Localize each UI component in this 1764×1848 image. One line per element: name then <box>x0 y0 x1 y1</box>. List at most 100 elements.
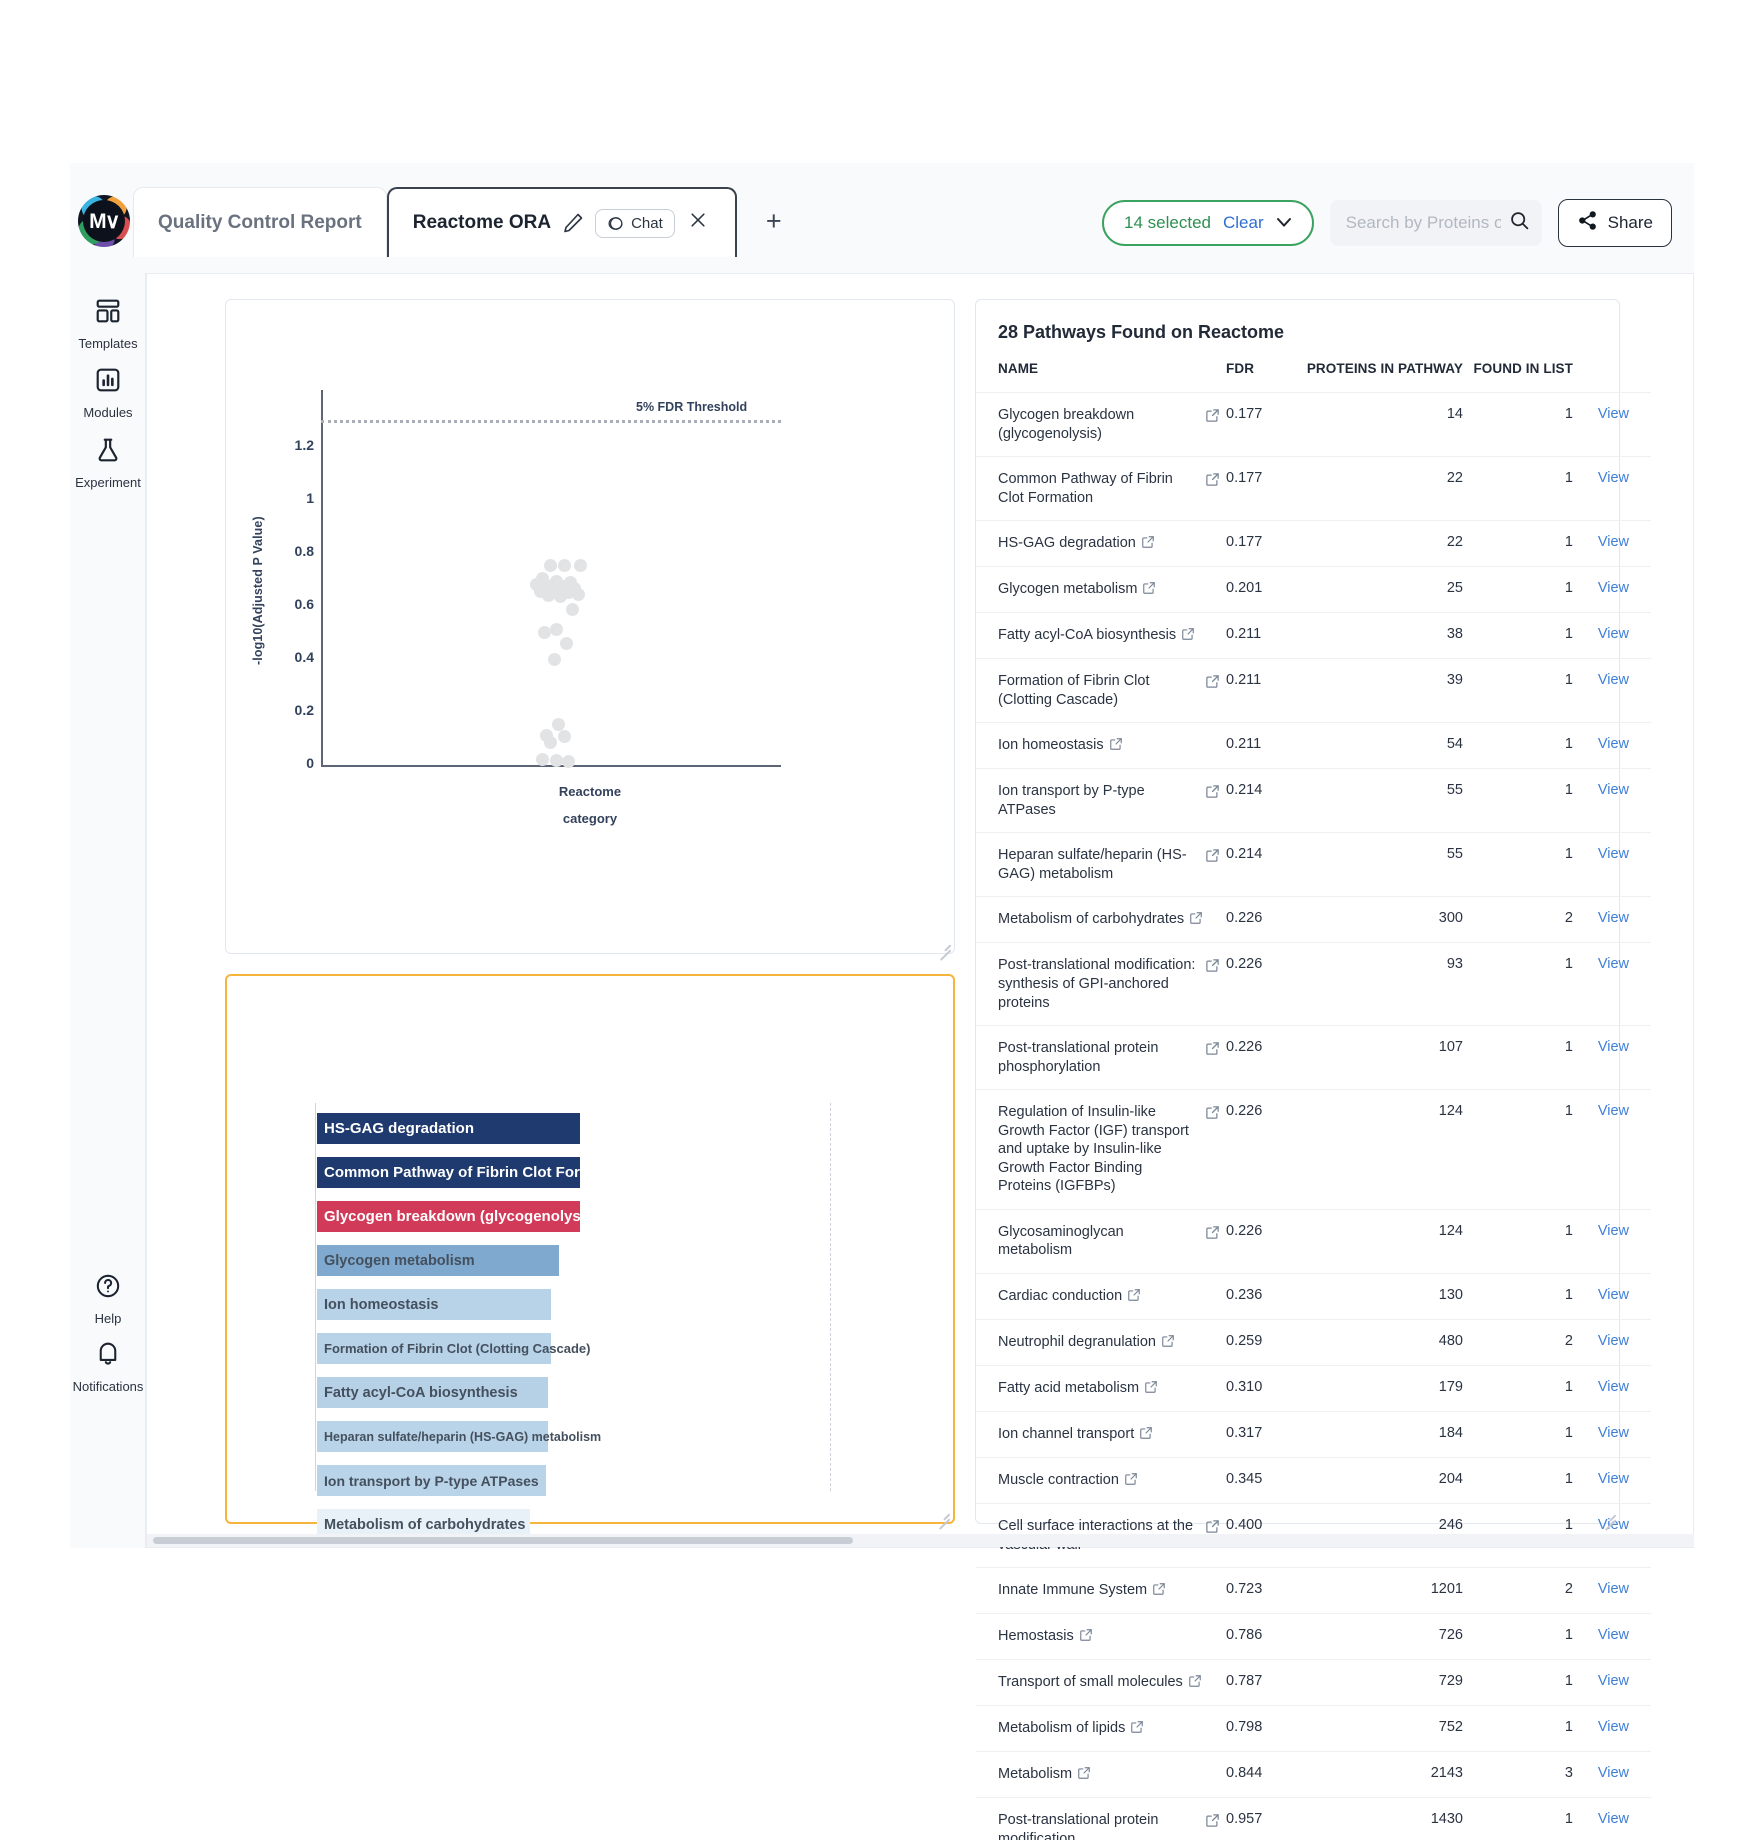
view-link[interactable]: View <box>1598 406 1629 422</box>
view-link[interactable]: View <box>1598 1333 1629 1349</box>
table-row[interactable]: Formation of Fibrin Clot (Clotting Casca… <box>976 658 1651 723</box>
table-row[interactable]: Post-translational modification: synthes… <box>976 942 1651 1026</box>
view-link[interactable]: View <box>1598 1379 1629 1395</box>
table-row[interactable]: Metabolism 0.844 2143 3 View <box>976 1751 1651 1798</box>
tab-reactome-ora[interactable]: Reactome ORA Chat <box>386 187 737 257</box>
external-link-icon[interactable] <box>1109 737 1123 755</box>
scatter-point[interactable] <box>550 622 563 636</box>
table-row[interactable]: Ion homeostasis 0.211 54 1 View <box>976 722 1651 769</box>
external-link-icon[interactable] <box>1205 674 1220 693</box>
view-link[interactable]: View <box>1598 910 1629 926</box>
external-link-icon[interactable] <box>1205 784 1220 803</box>
table-row[interactable]: Hemostasis 0.786 726 1 View <box>976 1613 1651 1660</box>
external-link-icon[interactable] <box>1205 848 1220 867</box>
view-link[interactable]: View <box>1598 580 1629 596</box>
view-link[interactable]: View <box>1598 782 1629 798</box>
bar-item[interactable]: Glycogen metabolism <box>317 1245 559 1276</box>
share-button[interactable]: Share <box>1557 199 1672 247</box>
scatter-point[interactable] <box>548 652 561 666</box>
panel-resize-handle[interactable] <box>934 1503 950 1519</box>
external-link-icon[interactable] <box>1152 1582 1166 1600</box>
table-row[interactable]: Glycogen metabolism 0.201 25 1 View <box>976 566 1651 613</box>
view-link[interactable]: View <box>1598 1425 1629 1441</box>
search-input[interactable]: Search by Proteins or G <box>1329 200 1542 246</box>
column-header-name[interactable]: NAME <box>976 361 1226 393</box>
external-link-icon[interactable] <box>1189 911 1203 929</box>
scatter-point[interactable] <box>566 602 579 616</box>
bar-item[interactable]: Ion transport by P-type ATPases <box>317 1465 546 1496</box>
table-row[interactable]: Post-translational protein modification 0… <box>976 1797 1651 1840</box>
view-link[interactable]: View <box>1598 1287 1629 1303</box>
external-link-icon[interactable] <box>1205 1813 1220 1832</box>
external-link-icon[interactable] <box>1205 1105 1220 1124</box>
column-header-proteins-in-pathway[interactable]: PROTEINS IN PATHWAY <box>1292 361 1467 393</box>
view-link[interactable]: View <box>1598 1103 1629 1119</box>
bar-item[interactable]: Common Pathway of Fibrin Clot Formation <box>317 1157 629 1188</box>
table-row[interactable]: Transport of small molecules 0.787 729 1 Vie… <box>976 1659 1651 1706</box>
external-link-icon[interactable] <box>1188 1674 1202 1692</box>
selection-chip[interactable]: 14 selected Clear <box>1102 200 1314 246</box>
external-link-icon[interactable] <box>1142 581 1156 599</box>
table-row[interactable]: Ion transport by P-type ATPases 0.214 55 1 V… <box>976 768 1651 833</box>
table-row[interactable]: HS-GAG degradation 0.177 22 1 View <box>976 520 1651 567</box>
external-link-icon[interactable] <box>1205 1225 1220 1244</box>
sidebar-item-experiment[interactable]: Experiment <box>70 437 146 490</box>
table-row[interactable]: Fatty acid metabolism 0.310 179 1 View <box>976 1365 1651 1412</box>
bar-item[interactable]: Glycogen breakdown (glycogenolysis) <box>317 1201 598 1232</box>
view-link[interactable]: View <box>1598 736 1629 752</box>
scrollbar-thumb[interactable] <box>153 1537 853 1544</box>
external-link-icon[interactable] <box>1205 1041 1220 1060</box>
tab-quality-control-report[interactable]: Quality Control Report <box>133 187 387 257</box>
table-row[interactable]: Metabolism of carbohydrates 0.226 300 2 View <box>976 896 1651 943</box>
external-link-icon[interactable] <box>1127 1288 1141 1306</box>
bar-item[interactable]: Heparan sulfate/heparin (HS-GAG) metabol… <box>317 1421 601 1452</box>
scatter-point[interactable] <box>538 625 551 639</box>
chevron-down-icon[interactable] <box>1276 216 1292 231</box>
view-link[interactable]: View <box>1598 534 1629 550</box>
table-row[interactable]: Post-translational protein phosphorylati… <box>976 1025 1651 1090</box>
close-tab-icon[interactable] <box>685 210 711 236</box>
scatter-point[interactable] <box>558 559 571 573</box>
table-row[interactable]: Fatty acyl-CoA biosynthesis 0.211 38 1 View <box>976 612 1651 659</box>
scatter-point[interactable] <box>544 735 557 749</box>
external-link-icon[interactable] <box>1205 408 1220 427</box>
table-row[interactable]: Muscle contraction 0.345 204 1 View <box>976 1457 1651 1504</box>
bar-item[interactable]: Fatty acyl-CoA biosynthesis <box>317 1377 549 1408</box>
table-row[interactable]: Glycosaminoglycan metabolism 0.226 124 1 Vie… <box>976 1208 1651 1274</box>
chat-button[interactable]: Chat <box>595 208 675 238</box>
external-link-icon[interactable] <box>1130 1720 1144 1738</box>
scatter-point[interactable] <box>560 637 573 651</box>
external-link-icon[interactable] <box>1181 627 1195 645</box>
add-tab-button[interactable]: + <box>759 207 789 237</box>
table-row[interactable]: Metabolism of lipids 0.798 752 1 View <box>976 1705 1651 1752</box>
view-link[interactable]: View <box>1598 1471 1629 1487</box>
view-link[interactable]: View <box>1598 1039 1629 1055</box>
table-row[interactable]: Regulation of Insulin-like Growth Factor… <box>976 1089 1651 1210</box>
column-header-found-in-list[interactable]: FOUND IN LIST <box>1467 361 1579 393</box>
scatter-point[interactable] <box>558 729 571 743</box>
scatter-point[interactable] <box>544 559 557 573</box>
external-link-icon[interactable] <box>1144 1380 1158 1398</box>
panel-resize-handle[interactable] <box>1600 1504 1616 1520</box>
bar-item[interactable]: Ion homeostasis <box>317 1289 552 1320</box>
sidebar-item-templates[interactable]: Templates <box>70 298 146 351</box>
bar-item[interactable]: Formation of Fibrin Clot (Clotting Casca… <box>317 1333 591 1364</box>
panel-resize-handle[interactable] <box>935 934 951 950</box>
table-row[interactable]: Neutrophil degranulation 0.259 480 2 View <box>976 1319 1651 1366</box>
external-link-icon[interactable] <box>1079 1628 1093 1646</box>
results-panel[interactable]: 28 Pathways Found on Reactome NAME FDR P… <box>975 299 1651 1840</box>
external-link-icon[interactable] <box>1205 472 1220 491</box>
sidebar-item-modules[interactable]: Modules <box>70 367 146 420</box>
external-link-icon[interactable] <box>1141 535 1155 553</box>
scatter-point[interactable] <box>572 587 585 601</box>
sidebar-item-notifications[interactable]: Notifications <box>70 1341 146 1394</box>
scatter-point[interactable] <box>536 752 549 766</box>
sidebar-item-help[interactable]: Help <box>70 1273 146 1326</box>
search-icon[interactable] <box>1509 210 1530 236</box>
view-link[interactable]: View <box>1598 1719 1629 1735</box>
view-link[interactable]: View <box>1598 470 1629 486</box>
scatter-point[interactable] <box>574 559 587 573</box>
table-row[interactable]: Innate Immune System 0.723 1201 2 View <box>976 1567 1651 1614</box>
view-link[interactable]: View <box>1598 846 1629 862</box>
external-link-icon[interactable] <box>1205 958 1220 977</box>
